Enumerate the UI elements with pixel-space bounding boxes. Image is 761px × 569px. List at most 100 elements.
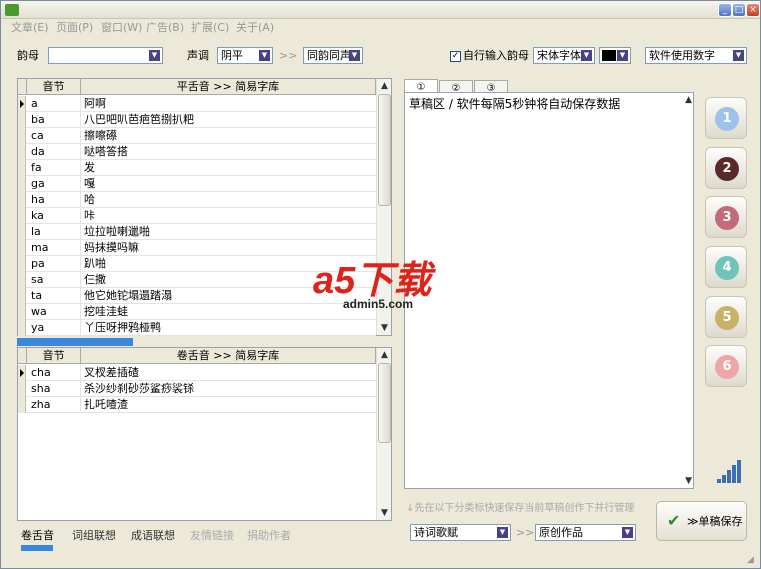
syllable-cell[interactable]: ka	[31, 208, 81, 224]
syllable-cell[interactable]: a	[31, 96, 81, 112]
chars-cell[interactable]: 扎吒喳渣	[84, 397, 374, 413]
table-row[interactable]: fa 发	[18, 160, 376, 176]
tongyun-select[interactable]: 同韵同声 ▼	[303, 47, 363, 64]
grid-scrollbar[interactable]: ▲ ▼	[376, 348, 391, 520]
syllable-cell[interactable]: sa	[31, 272, 81, 288]
shengmu-select[interactable]: ▼	[48, 47, 163, 64]
table-row[interactable]: zha 扎吒喳渣	[18, 397, 376, 413]
grid-hscroll-thumb[interactable]	[17, 338, 133, 346]
row-indicator[interactable]	[18, 128, 26, 144]
row-indicator[interactable]	[18, 272, 26, 288]
chars-cell[interactable]: 嘎	[84, 176, 374, 192]
resize-grip-icon[interactable]: ◢	[747, 555, 754, 565]
syllable-cell[interactable]: zha	[31, 397, 81, 413]
slot-button-3[interactable]: 3	[705, 196, 747, 238]
keyboard-select[interactable]: 软件使用数字 ▼	[645, 47, 747, 64]
row-indicator[interactable]	[18, 304, 26, 320]
syllable-cell[interactable]: ha	[31, 192, 81, 208]
syllable-cell[interactable]: ca	[31, 128, 81, 144]
font-select[interactable]: 宋体字体 ▼	[533, 47, 595, 64]
header-syllable[interactable]: 音节	[27, 348, 81, 364]
row-indicator[interactable]	[18, 96, 26, 112]
syllable-cell[interactable]: ba	[31, 112, 81, 128]
row-indicator[interactable]	[18, 365, 26, 381]
table-row[interactable]: sha 杀沙纱刹砂莎鲨痧裟铩	[18, 381, 376, 397]
menu-about[interactable]: 关于(A)	[236, 21, 274, 35]
tab-juanshe[interactable]: 卷舌音	[21, 529, 54, 543]
slot-button-2[interactable]: 2	[705, 147, 747, 189]
syllable-cell[interactable]: wa	[31, 304, 81, 320]
chars-cell[interactable]: 叉杈差插碴	[84, 365, 374, 381]
tab-cizu[interactable]: 词组联想	[72, 529, 116, 543]
tab-links[interactable]: 友情链接	[190, 529, 234, 543]
table-row[interactable]: ca 擦嚓礤	[18, 128, 376, 144]
row-indicator[interactable]	[18, 160, 26, 176]
row-indicator[interactable]	[18, 397, 26, 413]
syllable-cell[interactable]: ga	[31, 176, 81, 192]
row-indicator[interactable]	[18, 208, 26, 224]
scroll-up-icon[interactable]: ▲	[377, 79, 392, 93]
chars-cell[interactable]: 妈抹摸吗嘛	[84, 240, 374, 256]
maximize-button[interactable]: □	[732, 3, 746, 17]
syllable-cell[interactable]: sha	[31, 381, 81, 397]
header-syllable[interactable]: 音节	[27, 79, 81, 95]
row-indicator[interactable]	[18, 144, 26, 160]
chars-cell[interactable]: 垃拉啦喇邋啪	[84, 224, 374, 240]
table-row[interactable]: ya 丫压呀押鸦桠鸭	[18, 320, 376, 336]
tab-chengyu[interactable]: 成语联想	[131, 529, 175, 543]
row-indicator[interactable]	[18, 192, 26, 208]
table-row[interactable]: cha 叉杈差插碴	[18, 365, 376, 381]
chars-cell[interactable]: 八巴吧叭芭疤笆捌扒粑	[84, 112, 374, 128]
color-select[interactable]: ▼	[599, 47, 631, 64]
syllable-cell[interactable]: pa	[31, 256, 81, 272]
scroll-thumb[interactable]	[378, 363, 391, 443]
syllable-cell[interactable]: la	[31, 224, 81, 240]
syllable-cell[interactable]: ma	[31, 240, 81, 256]
slot-button-6[interactable]: 6	[705, 345, 747, 387]
table-row[interactable]: ha 哈	[18, 192, 376, 208]
chars-cell[interactable]: 咔	[84, 208, 374, 224]
menu-ads[interactable]: 广告(B)	[146, 21, 184, 35]
slot-button-1[interactable]: 1	[705, 97, 747, 139]
table-row[interactable]: a 阿啊	[18, 96, 376, 112]
table-row[interactable]: ba 八巴吧叭芭疤笆捌扒粑	[18, 112, 376, 128]
table-row[interactable]: da 哒嗒答搭	[18, 144, 376, 160]
minimize-button[interactable]: _	[718, 3, 732, 17]
scroll-thumb[interactable]	[378, 94, 391, 206]
syllable-cell[interactable]: da	[31, 144, 81, 160]
work-select[interactable]: 原创作品 ▼	[535, 524, 636, 541]
header-chars[interactable]: 平舌音 >> 简易字库	[81, 79, 376, 95]
auto-input-checkbox[interactable]: ✓	[450, 51, 461, 62]
menu-window[interactable]: 窗口(W)	[101, 21, 142, 35]
syllable-cell[interactable]: ta	[31, 288, 81, 304]
chars-cell[interactable]: 哈	[84, 192, 374, 208]
tab-donate[interactable]: 捐助作者	[247, 529, 291, 543]
scroll-down-icon[interactable]: ▼	[377, 321, 392, 335]
header-chars[interactable]: 卷舌音 >> 简易字库	[81, 348, 376, 364]
slot-button-5[interactable]: 5	[705, 296, 747, 338]
menu-extend[interactable]: 扩展(C)	[191, 21, 229, 35]
table-row[interactable]: ka 咔	[18, 208, 376, 224]
scroll-up-icon[interactable]: ▲	[377, 348, 392, 362]
close-button[interactable]: ×	[746, 3, 760, 17]
syllable-cell[interactable]: ya	[31, 320, 81, 336]
menu-article[interactable]: 文章(E)	[11, 21, 49, 35]
chars-cell[interactable]: 阿啊	[84, 96, 374, 112]
menu-page[interactable]: 页面(P)	[56, 21, 93, 35]
row-indicator[interactable]	[18, 381, 26, 397]
row-indicator[interactable]	[18, 288, 26, 304]
chars-cell[interactable]: 擦嚓礤	[84, 128, 374, 144]
chars-cell[interactable]: 发	[84, 160, 374, 176]
editor-text[interactable]: 草稿区 / 软件每隔5秒钟将自动保存数据	[409, 96, 620, 112]
row-indicator[interactable]	[18, 320, 26, 336]
row-indicator[interactable]	[18, 240, 26, 256]
chars-cell[interactable]: 哒嗒答搭	[84, 144, 374, 160]
table-row[interactable]: la 垃拉啦喇邋啪	[18, 224, 376, 240]
scroll-down-icon[interactable]: ▼	[377, 506, 392, 520]
row-indicator[interactable]	[18, 256, 26, 272]
shengdiao-select[interactable]: 阴平 ▼	[217, 47, 273, 64]
chars-cell[interactable]: 杀沙纱刹砂莎鲨痧裟铩	[84, 381, 374, 397]
syllable-cell[interactable]: cha	[31, 365, 81, 381]
table-row[interactable]: ma 妈抹摸吗嘛	[18, 240, 376, 256]
row-indicator[interactable]	[18, 176, 26, 192]
